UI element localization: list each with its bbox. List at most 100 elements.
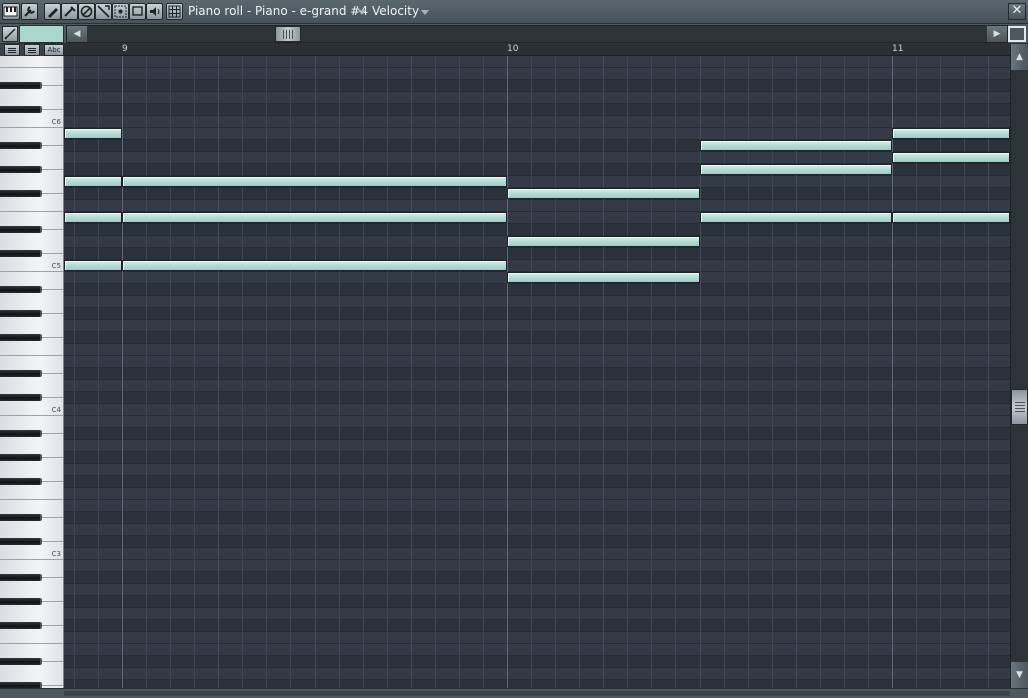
slice-icon[interactable] (112, 3, 129, 20)
step-line (459, 56, 460, 688)
step-line (964, 56, 965, 688)
bar-number: 11 (892, 44, 904, 54)
title-dropdown-arrow-icon[interactable] (358, 10, 366, 15)
black-key[interactable] (0, 514, 42, 521)
note-g5[interactable] (64, 176, 122, 187)
view-mode-button-1[interactable] (4, 44, 20, 56)
step-line (627, 56, 628, 688)
note-b5[interactable] (892, 128, 1010, 139)
black-key[interactable] (0, 394, 42, 401)
scroll-up-button[interactable]: ▲ (1011, 44, 1028, 70)
step-line (170, 56, 171, 688)
black-key[interactable] (0, 574, 42, 581)
window-title: Piano roll - Piano - e-grand #4 (188, 4, 368, 18)
mute-icon[interactable] (95, 3, 112, 20)
scroll-left-button[interactable]: ◀ (67, 26, 87, 42)
beat-line (315, 56, 316, 688)
black-key[interactable] (0, 286, 42, 293)
note-e5[interactable] (64, 212, 122, 223)
note-color-swatch[interactable] (19, 25, 64, 43)
note-gsharp5[interactable] (700, 164, 892, 175)
black-key[interactable] (0, 250, 42, 257)
black-key[interactable] (0, 334, 42, 341)
step-line (940, 56, 941, 688)
note-asharp5[interactable] (700, 140, 892, 151)
close-button[interactable]: ✕ (1008, 3, 1026, 20)
wrench-icon[interactable] (21, 3, 38, 20)
pencil-icon[interactable] (44, 3, 61, 20)
black-key[interactable] (0, 82, 42, 89)
scroll-down-button[interactable]: ▼ (1011, 662, 1028, 688)
step-line (555, 56, 556, 688)
bar-number: 9 (122, 44, 128, 54)
beat-line (603, 56, 604, 688)
black-key[interactable] (0, 430, 42, 437)
piano-menu-icon[interactable] (2, 3, 20, 20)
title-bar: Piano roll - Piano - e-grand #4 Velocity… (0, 0, 1028, 24)
scroll-right-button[interactable]: ▶ (987, 26, 1007, 42)
note-fsharp5[interactable] (507, 188, 700, 199)
draw-tool-icon[interactable] (2, 26, 18, 42)
note-e5[interactable] (892, 212, 1010, 223)
note-c5[interactable] (64, 260, 122, 271)
black-key[interactable] (0, 478, 42, 485)
black-key[interactable] (0, 190, 42, 197)
note-b5[interactable] (64, 128, 122, 139)
horizontal-scroll-thumb[interactable] (275, 26, 301, 42)
step-line (675, 56, 676, 688)
bottom-scroll-strip[interactable] (0, 688, 1028, 698)
event-target-selector[interactable]: Velocity (372, 4, 419, 18)
detach-window-icon[interactable] (1008, 26, 1026, 42)
step-line (194, 56, 195, 688)
octave-label: C3 (51, 550, 61, 558)
black-key[interactable] (0, 226, 42, 233)
step-line (387, 56, 388, 688)
black-key[interactable] (0, 454, 42, 461)
view-mode-button-2[interactable] (24, 44, 40, 56)
note-a5[interactable] (892, 152, 1010, 163)
black-key[interactable] (0, 658, 42, 665)
note-d5[interactable] (507, 236, 700, 247)
snap-grid-icon[interactable] (166, 3, 183, 20)
step-line (242, 56, 243, 688)
black-key[interactable] (0, 106, 42, 113)
black-key[interactable] (0, 538, 42, 545)
black-key[interactable] (0, 310, 42, 317)
step-line (290, 56, 291, 688)
step-line (98, 56, 99, 688)
piano-keyboard[interactable]: C6 C5 C4 C3 (0, 56, 64, 688)
white-key[interactable] (0, 56, 63, 68)
timeline-ruler[interactable]: 9 10 11 (64, 44, 1010, 56)
note-grid[interactable] (64, 56, 1010, 688)
note-e5[interactable] (122, 212, 507, 223)
vertical-scroll-thumb[interactable] (1011, 389, 1028, 425)
black-key[interactable] (0, 166, 42, 173)
delete-icon[interactable] (78, 3, 95, 20)
beat-line (411, 56, 412, 688)
paint-brush-icon[interactable] (61, 3, 78, 20)
black-key[interactable] (0, 370, 42, 377)
step-line (363, 56, 364, 688)
vertical-scrollbar[interactable]: ▲ ▼ (1010, 44, 1028, 688)
octave-label: C4 (51, 406, 61, 414)
note-e5[interactable] (700, 212, 892, 223)
step-line (531, 56, 532, 688)
black-key[interactable] (0, 598, 42, 605)
note-names-toggle[interactable]: Abc (44, 44, 64, 56)
octave-label: C5 (51, 262, 61, 270)
step-line (74, 56, 75, 688)
note-b4[interactable] (507, 272, 700, 283)
playback-speaker-icon[interactable] (146, 3, 163, 20)
note-c5[interactable] (122, 260, 507, 271)
step-line (651, 56, 652, 688)
black-key[interactable] (0, 142, 42, 149)
black-key[interactable] (0, 622, 42, 629)
select-icon[interactable] (129, 3, 146, 20)
beat-line (988, 56, 989, 688)
note-g5[interactable] (122, 176, 507, 187)
horizontal-scrollbar[interactable]: ◀ ▶ (66, 25, 1008, 43)
toolbar-row: ◀ ▶ (0, 24, 1028, 44)
velocity-dropdown-arrow-icon[interactable] (421, 10, 429, 15)
octave-label: C6 (51, 118, 61, 126)
bar-number: 10 (507, 44, 519, 54)
